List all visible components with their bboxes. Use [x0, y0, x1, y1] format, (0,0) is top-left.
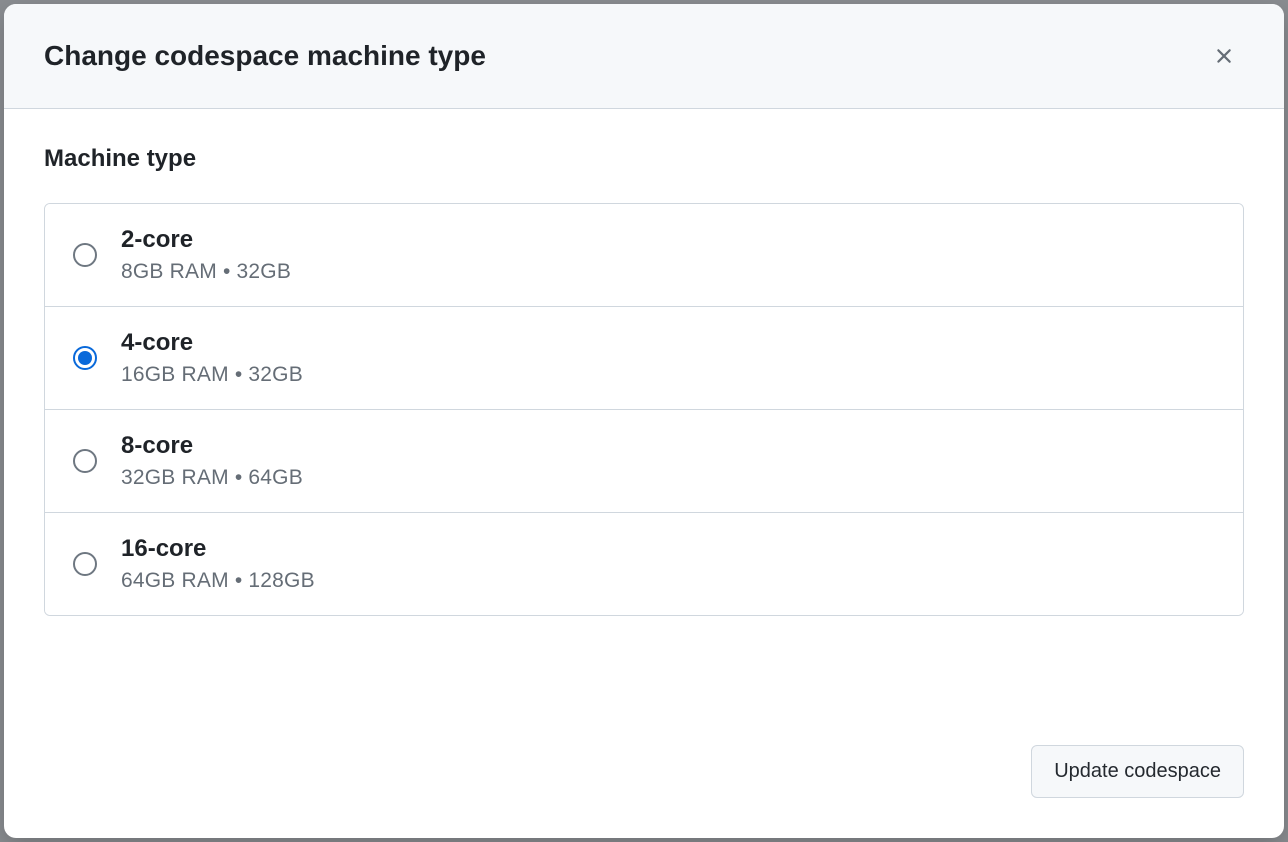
option-title: 16-core	[121, 535, 315, 563]
radio-icon	[73, 243, 97, 267]
machine-option-4core[interactable]: 4-core 16GB RAM • 32GB	[45, 307, 1243, 410]
option-specs: 64GB RAM • 128GB	[121, 569, 315, 593]
machine-option-8core[interactable]: 8-core 32GB RAM • 64GB	[45, 410, 1243, 513]
modal-body: Machine type 2-core 8GB RAM • 32GB 4-cor…	[4, 109, 1284, 745]
radio-icon	[73, 449, 97, 473]
option-specs: 8GB RAM • 32GB	[121, 260, 291, 284]
radio-icon	[73, 552, 97, 576]
radio-icon	[73, 346, 97, 370]
machine-option-16core[interactable]: 16-core 64GB RAM • 128GB	[45, 513, 1243, 615]
machine-type-options: 2-core 8GB RAM • 32GB 4-core 16GB RAM • …	[44, 203, 1244, 616]
close-icon	[1212, 44, 1236, 68]
option-text: 2-core 8GB RAM • 32GB	[121, 226, 291, 284]
change-machine-type-modal: Change codespace machine type Machine ty…	[4, 4, 1284, 838]
option-text: 8-core 32GB RAM • 64GB	[121, 432, 303, 490]
modal-title: Change codespace machine type	[44, 40, 486, 72]
close-button[interactable]	[1204, 36, 1244, 76]
machine-type-label: Machine type	[44, 145, 1244, 173]
machine-option-2core[interactable]: 2-core 8GB RAM • 32GB	[45, 204, 1243, 307]
option-specs: 16GB RAM • 32GB	[121, 363, 303, 387]
option-text: 4-core 16GB RAM • 32GB	[121, 329, 303, 387]
option-title: 4-core	[121, 329, 303, 357]
option-specs: 32GB RAM • 64GB	[121, 466, 303, 490]
option-title: 2-core	[121, 226, 291, 254]
modal-footer: Update codespace	[4, 745, 1284, 838]
modal-header: Change codespace machine type	[4, 4, 1284, 109]
update-codespace-button[interactable]: Update codespace	[1031, 745, 1244, 798]
option-title: 8-core	[121, 432, 303, 460]
option-text: 16-core 64GB RAM • 128GB	[121, 535, 315, 593]
